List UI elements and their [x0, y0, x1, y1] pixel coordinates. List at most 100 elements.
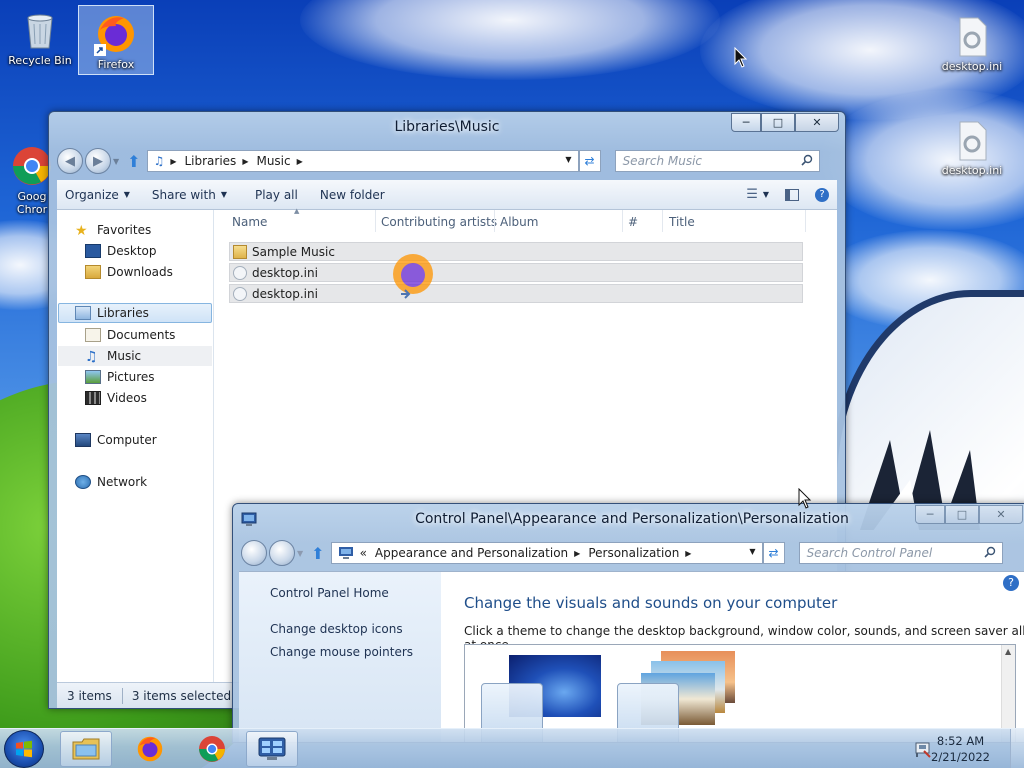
- shortcut-arrow-icon: [94, 44, 106, 56]
- new-folder-button[interactable]: New folder: [312, 188, 393, 202]
- column-divider[interactable]: [494, 210, 495, 232]
- address-dropdown-icon[interactable]: ▼: [565, 155, 571, 164]
- control-panel-title: Control Panel\Appearance and Personaliza…: [415, 511, 849, 527]
- control-panel-window[interactable]: Control Panel\Appearance and Personaliza…: [232, 503, 1024, 743]
- search-icon: [800, 154, 812, 166]
- maximize-button[interactable]: □: [945, 505, 979, 524]
- file-name: desktop.ini: [252, 265, 318, 280]
- nav-desktop[interactable]: Desktop: [85, 241, 157, 261]
- nav-libraries[interactable]: Libraries: [58, 303, 212, 323]
- taskbar-firefox-button[interactable]: [124, 731, 176, 767]
- play-all-button[interactable]: Play all: [247, 188, 306, 202]
- taskbar-control-panel-button[interactable]: [246, 731, 298, 767]
- nav-label: Libraries: [97, 306, 149, 320]
- file-row[interactable]: desktop.ini: [229, 263, 803, 282]
- share-with-menu[interactable]: Share with ▼: [144, 188, 235, 202]
- forward-button[interactable]: ▶: [85, 148, 111, 174]
- close-button[interactable]: ✕: [795, 113, 839, 132]
- column-headers: ▲ Name Contributing artists Album # Titl…: [214, 207, 837, 234]
- nav-videos[interactable]: Videos: [85, 388, 147, 408]
- breadcrumb-personalization[interactable]: Personalization: [588, 546, 679, 560]
- nav-label: Music: [107, 349, 142, 363]
- preview-pane-button[interactable]: [777, 188, 807, 201]
- breadcrumb-chevron-icon[interactable]: ▶: [170, 157, 176, 166]
- desktop-icon-firefox[interactable]: Firefox: [78, 5, 154, 75]
- up-arrow-icon[interactable]: ⬆: [127, 152, 140, 171]
- nav-downloads[interactable]: Downloads: [85, 262, 173, 282]
- column-divider[interactable]: [805, 210, 806, 232]
- change-view-button[interactable]: ☰ ▼: [738, 187, 777, 202]
- settings-file-icon: [950, 14, 994, 58]
- start-button[interactable]: [4, 730, 44, 768]
- column-divider[interactable]: [662, 210, 663, 232]
- preview-pane-icon: [785, 188, 799, 201]
- column-contributing-artists[interactable]: Contributing artists: [381, 215, 497, 229]
- forward-button[interactable]: [269, 540, 295, 566]
- nav-pictures[interactable]: Pictures: [85, 367, 155, 387]
- maximize-button[interactable]: □: [761, 113, 795, 132]
- navigation-pane: ★ Favorites Desktop Downloads Libraries D…: [57, 210, 214, 682]
- refresh-icon[interactable]: ⇄: [578, 150, 601, 172]
- address-dropdown-icon[interactable]: ▼: [749, 547, 755, 556]
- recent-pages-chevron-icon[interactable]: ▼: [113, 157, 119, 166]
- breadcrumb-libraries[interactable]: Libraries: [184, 154, 236, 168]
- nav-music[interactable]: ♫ Music: [58, 346, 212, 366]
- file-row[interactable]: desktop.ini: [229, 284, 803, 303]
- nav-computer[interactable]: Computer: [75, 430, 157, 450]
- videos-icon: [85, 391, 101, 405]
- column-divider[interactable]: [622, 210, 623, 232]
- breadcrumb-overflow[interactable]: «: [360, 546, 367, 560]
- close-button[interactable]: ✕: [979, 505, 1023, 524]
- recent-pages-chevron-icon[interactable]: ▼: [297, 549, 303, 558]
- up-arrow-icon[interactable]: ⬆: [311, 544, 324, 563]
- desktop-icon-desktop-ini[interactable]: desktop.ini: [934, 112, 1010, 182]
- breadcrumb-music[interactable]: Music: [256, 154, 290, 168]
- breadcrumb-appearance-and-personalization[interactable]: Appearance and Personalization: [375, 546, 568, 560]
- action-center-flag-icon[interactable]: [914, 740, 932, 758]
- refresh-icon[interactable]: ⇄: [762, 542, 785, 564]
- column-title[interactable]: Title: [669, 215, 695, 229]
- back-button[interactable]: ◀: [57, 148, 83, 174]
- explorer-search-input[interactable]: Search Music: [614, 150, 820, 172]
- column-divider[interactable]: [375, 210, 376, 232]
- clock-date: 2/21/2022: [931, 750, 990, 764]
- control-panel-address-bar[interactable]: « Appearance and Personalization ▶ Perso…: [330, 542, 763, 564]
- breadcrumb-chevron-icon[interactable]: ▶: [242, 157, 248, 166]
- nav-favorites[interactable]: ★ Favorites: [75, 220, 151, 240]
- organize-menu[interactable]: Organize ▼: [57, 188, 138, 202]
- control-panel-icon: [338, 547, 353, 559]
- computer-icon: [75, 433, 91, 447]
- file-row[interactable]: Sample Music: [229, 242, 803, 261]
- documents-icon: [85, 328, 101, 342]
- minimize-button[interactable]: ─: [731, 113, 761, 132]
- change-mouse-pointers-link[interactable]: Change mouse pointers: [270, 645, 413, 659]
- explorer-address-bar[interactable]: ♫ ▶ Libraries ▶ Music ▶ ▼: [146, 150, 579, 172]
- taskbar-chrome-button[interactable]: [186, 731, 238, 767]
- show-desktop-button[interactable]: [1010, 729, 1024, 768]
- desktop-icon-desktop-ini[interactable]: desktop.ini: [934, 8, 1010, 78]
- desktop-icon-recycle-bin[interactable]: Recycle Bin: [2, 2, 78, 74]
- help-button[interactable]: ?: [807, 187, 837, 202]
- control-panel-home-link[interactable]: Control Panel Home: [270, 586, 389, 600]
- new-folder-label: New folder: [319, 187, 385, 202]
- music-icon: ♫: [85, 349, 98, 365]
- breadcrumb-chevron-icon[interactable]: ▶: [685, 549, 691, 558]
- help-icon[interactable]: ?: [1003, 575, 1019, 591]
- nav-network[interactable]: Network: [75, 472, 147, 492]
- settings-file-icon: [233, 287, 247, 301]
- nav-documents[interactable]: Documents: [85, 325, 175, 345]
- taskbar-explorer-button[interactable]: [60, 731, 112, 767]
- minimize-button[interactable]: ─: [915, 505, 945, 524]
- column-album[interactable]: Album: [500, 215, 538, 229]
- change-desktop-icons-link[interactable]: Change desktop icons: [270, 622, 403, 636]
- column-name[interactable]: Name: [232, 215, 267, 229]
- control-panel-search-input[interactable]: Search Control Panel: [798, 542, 1003, 564]
- scroll-up-icon[interactable]: ▲: [1005, 647, 1011, 656]
- breadcrumb-chevron-icon[interactable]: ▶: [297, 157, 303, 166]
- column-number[interactable]: #: [628, 215, 638, 229]
- mouse-pointer-icon: [734, 47, 748, 68]
- system-clock[interactable]: 8:52 AM 2/21/2022: [931, 733, 990, 765]
- status-item-count: 3 items: [67, 688, 112, 703]
- breadcrumb-chevron-icon[interactable]: ▶: [574, 549, 580, 558]
- back-button[interactable]: [241, 540, 267, 566]
